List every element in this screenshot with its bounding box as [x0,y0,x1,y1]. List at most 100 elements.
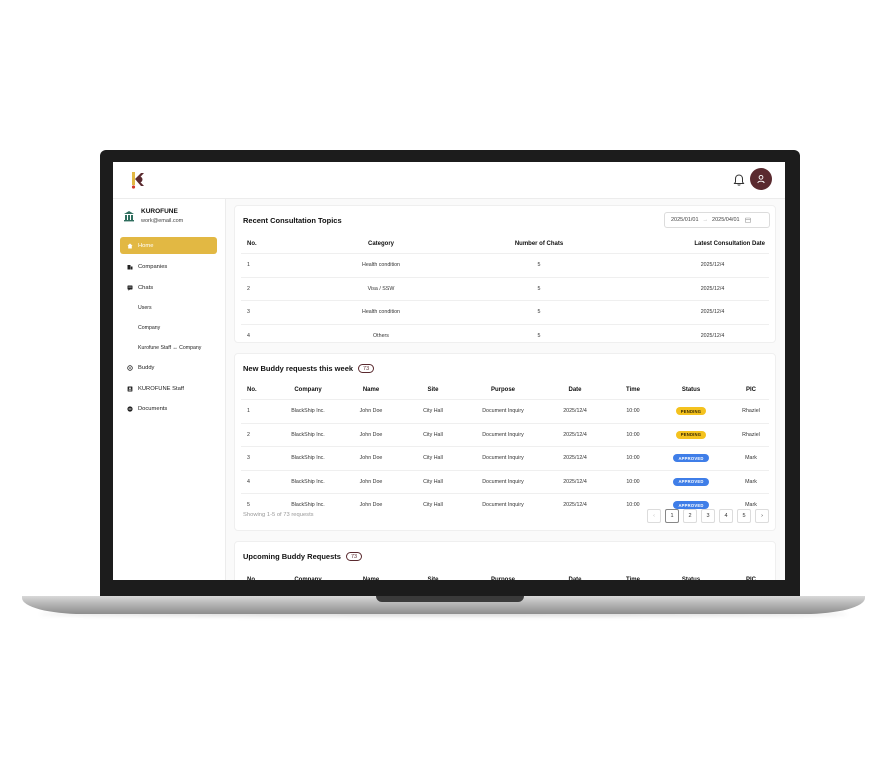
sidebar-item-buddy[interactable]: Buddy [113,358,225,379]
table-cell: BlackShip Inc. [267,422,349,447]
page-button[interactable]: 5 [737,509,751,523]
new-requests-card: New Buddy requests this week 73 No. Compa… [234,353,776,531]
table-cell: 5 [481,253,597,277]
staff-icon [127,386,133,392]
table-cell: 2 [241,276,281,301]
showing-text: Showing 1-5 of 73 requests [243,512,314,518]
sidebar-nav: Home Companies Chats Users Company Kurof… [113,237,225,420]
sidebar-item-users[interactable]: Users [113,298,225,318]
sidebar-item-company[interactable]: Company [113,318,225,338]
sidebar: KUROFUNE work@email.com Home Companies C… [113,199,226,580]
table-cell: PENDING [649,399,733,423]
table-row[interactable]: 2 BlackShip Inc. John Doe City Hall Document… [241,422,769,447]
table-cell: 2025/12/4 [597,253,769,277]
table-cell: 5 [481,323,597,347]
table-cell: City Hall [393,469,473,494]
column-header: Name [362,576,380,581]
prev-page-button[interactable]: ‹ [647,509,661,523]
date-range-picker[interactable]: 2025/01/01 → 2025/04/01 [664,212,770,228]
table-cell: Document Inquiry [473,493,533,517]
card-title: Recent Consultation Topics [243,216,342,225]
table-row[interactable]: 1 Health condition 5 2025/12/4 [241,253,769,277]
table-cell: 4 [241,323,281,347]
table-cell: BlackShip Inc. [267,469,349,494]
table-row[interactable]: 3 BlackShip Inc. John Doe City Hall Document… [241,446,769,470]
sidebar-item-chats[interactable]: Chats [113,278,225,299]
table-cell: Document Inquiry [473,446,533,470]
table-row[interactable]: 4 BlackShip Inc. John Doe City Hall Document… [241,469,769,494]
date-arrow: → [702,217,709,223]
sidebar-item-kurofune-staff[interactable]: KUROFUNE Staff [113,379,225,400]
org-icon [124,211,134,222]
sidebar-item-label: Kurofune Staff ↔ Company [138,345,202,351]
table-cell: 10:00 [617,493,649,517]
page-button[interactable]: 1 [665,509,679,523]
table-cell: 10:00 [617,446,649,470]
table-cell: Document Inquiry [473,399,533,423]
sidebar-item-staff-company[interactable]: Kurofune Staff ↔ Company [113,338,225,358]
date-from: 2025/01/01 [671,217,699,223]
upcoming-table: No. Company Name Site Purpose Date Time Status P… [241,570,769,581]
logo-icon[interactable] [129,171,147,189]
column-header: Time [626,576,640,581]
table-cell: John Doe [349,493,393,517]
buddy-icon [127,365,133,371]
table-row[interactable]: 3 Health condition 5 2025/12/4 [241,300,769,324]
table-cell: 2025/12/4 [597,276,769,301]
table-cell: City Hall [393,399,473,423]
table-cell: City Hall [393,422,473,447]
page-button[interactable]: 4 [719,509,733,523]
page-button[interactable]: 3 [701,509,715,523]
status-badge: APPROVED [673,454,709,463]
table-cell: 5 [481,276,597,301]
table-cell: 2025/12/4 [533,493,617,517]
calendar-icon [744,217,751,223]
table-cell: Mark [733,446,769,470]
org-name: KUROFUNE [141,208,178,215]
status-badge: PENDING [675,430,707,439]
page-button[interactable]: 2 [683,509,697,523]
chat-icon [127,285,133,291]
table-row[interactable]: 2 Visa / SSW 5 2025/12/4 [241,276,769,301]
column-header: Site [427,386,439,393]
column-header: Number of Chats [514,240,564,247]
column-header: PIC [745,386,756,393]
upcoming-title: Upcoming Buddy Requests [243,552,341,561]
column-header: Purpose [490,386,515,393]
sidebar-item-label: Buddy [138,365,155,372]
bell-icon[interactable] [732,173,746,187]
upcoming-card: Upcoming Buddy Requests 73 No. Company Nam… [234,541,776,580]
table-cell: 5 [481,300,597,324]
org-email: work@email.com [141,218,184,224]
table-cell: 10:00 [617,469,649,494]
column-header: No. [247,386,257,393]
table-cell: 4 [241,469,267,494]
table-cell: Visa / SSW [281,276,481,301]
table-cell: Rhaziel [733,399,769,423]
column-header: Company [294,576,322,581]
card-title: New Buddy requests this week 73 [243,364,375,373]
table-cell: 2025/12/4 [533,422,617,447]
table-cell: City Hall [393,446,473,470]
consultation-card: Recent Consultation Topics 2025/01/01 → … [234,205,776,347]
column-header: Date [568,386,582,393]
table-cell: Others [281,323,481,347]
sidebar-item-label: Users [138,305,152,311]
next-page-button[interactable]: › [755,509,769,523]
column-header: Company [294,386,322,393]
table-row[interactable]: 4 Others 5 2025/12/4 [241,323,769,347]
org-info: KUROFUNE work@email.com [123,207,223,227]
building-icon [127,265,133,270]
table-cell: 3 [241,446,267,470]
sidebar-item-companies[interactable]: Companies [113,257,225,278]
sidebar-item-home[interactable]: Home [120,237,217,254]
avatar[interactable] [750,168,772,190]
table-cell: Rhaziel [733,422,769,447]
column-header: Time [626,386,640,393]
table-row[interactable]: 1 BlackShip Inc. John Doe City Hall Document… [241,399,769,423]
sidebar-item-documents[interactable]: Documents [113,399,225,420]
table-cell: 2 [241,422,267,447]
table-cell: BlackShip Inc. [267,399,349,423]
table-cell: 10:00 [617,422,649,447]
pagination: ‹ 1 2 3 4 5 › [647,509,769,523]
